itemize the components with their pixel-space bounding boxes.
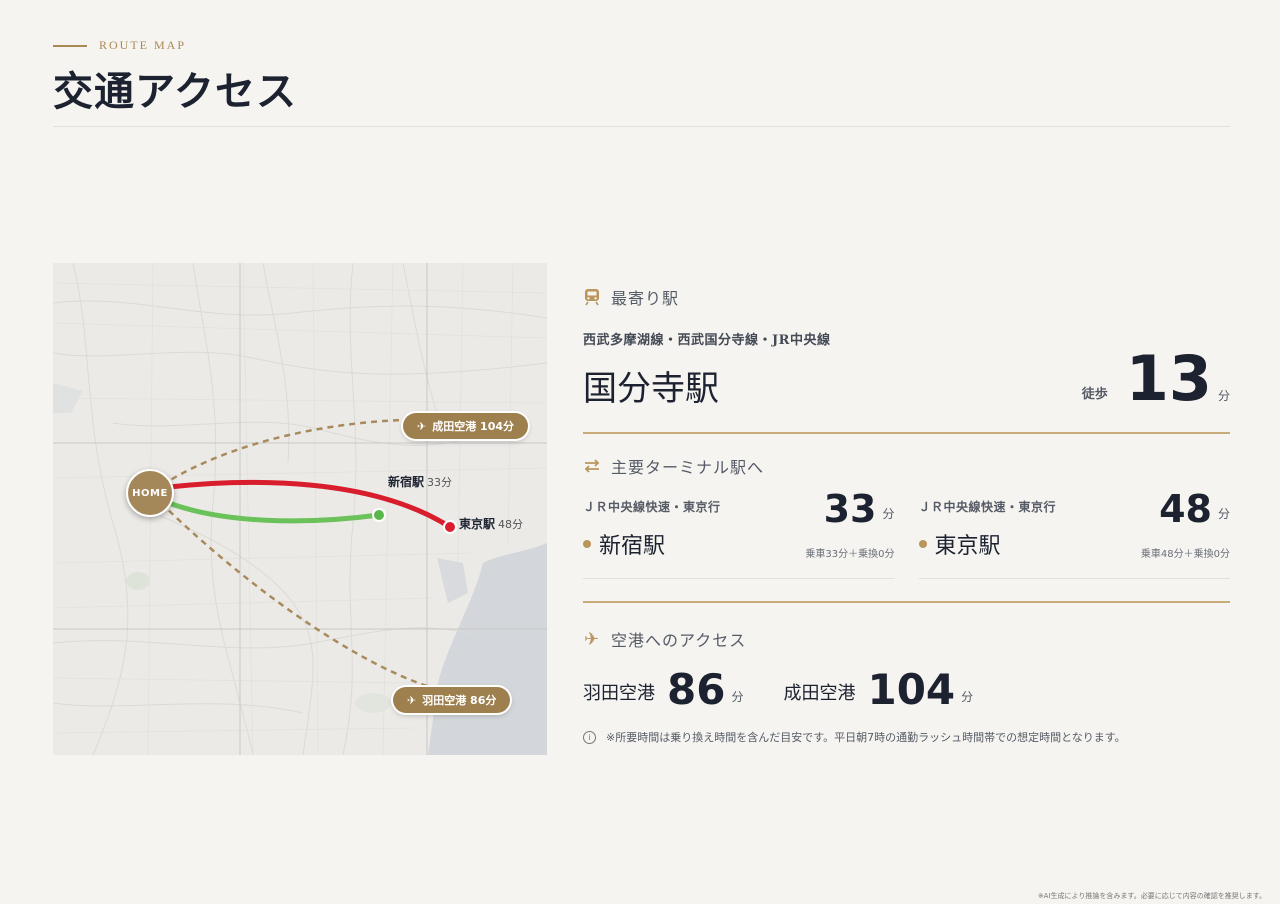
bullet-dot — [918, 540, 927, 548]
terminal-unit: 分 — [882, 507, 895, 521]
terminal-breakdown: 乗車33分＋乗換0分 — [805, 549, 895, 560]
tokyo-label-time: 48分 — [498, 518, 524, 531]
terminal-time: 48 分 — [1159, 490, 1230, 528]
airport-item-narita: 成田空港 104 分 — [783, 669, 973, 711]
access-info-panel: 最寄り駅 西武多摩湖線・西武国分寺線・JR中央線 国分寺駅 徒歩 13 分 主要… — [583, 285, 1230, 745]
airport-heading-text: 空港へのアクセス — [611, 631, 747, 650]
airplane-icon: ✈ — [407, 693, 417, 707]
airplane-icon: ✈ — [583, 628, 601, 650]
terminal-minutes: 33 — [823, 487, 877, 531]
airport-unit: 分 — [961, 690, 974, 704]
narita-airport-pill[interactable]: ✈ 成田空港 104分 — [403, 413, 529, 439]
eyebrow-divider — [53, 44, 87, 47]
airport-minutes: 104 — [867, 665, 956, 714]
airport-unit: 分 — [731, 690, 744, 704]
walk-minutes: 13 — [1125, 342, 1212, 415]
eyebrow: ROUTE MAP — [53, 38, 1230, 53]
time-note: i ※所要時間は乗り換え時間を含んだ目安です。平日朝7時の通勤ラッシュ時間帯での… — [583, 729, 1230, 745]
shinjuku-label-name: 新宿駅 — [388, 475, 425, 489]
terminal-list: ＪＲ中央線快速・東京行 新宿駅 33 分 乗車33分＋乗換0分 ＪＲ中央線快速・… — [583, 490, 1230, 579]
airplane-icon: ✈ — [417, 419, 427, 433]
terminal-station-name: 東京駅 — [934, 534, 1001, 559]
airport-name: 成田空港 — [783, 683, 856, 704]
walk-unit: 分 — [1217, 389, 1230, 403]
terminal-card-tokyo: ＪＲ中央線快速・東京行 東京駅 48 分 乗車48分＋乗換0分 — [918, 490, 1230, 579]
time-note-text: ※所要時間は乗り換え時間を含んだ目安です。平日朝7時の通勤ラッシュ時間帯での想定… — [606, 731, 1126, 744]
terminal-station-name: 新宿駅 — [599, 534, 666, 559]
page-header: ROUTE MAP 交通アクセス — [53, 38, 1230, 127]
terminals-heading-text: 主要ターミナル駅へ — [611, 458, 765, 477]
nearest-station-heading: 最寄り駅 — [583, 285, 1230, 309]
terminal-breakdown: 乗車48分＋乗換0分 — [1140, 549, 1230, 560]
tokyo-label-name: 東京駅 — [459, 517, 496, 531]
airport-name: 羽田空港 — [583, 683, 655, 704]
terminals-heading: 主要ターミナル駅へ — [583, 454, 1230, 478]
airport-list: 羽田空港 86 分 成田空港 104 分 — [583, 669, 1230, 711]
narita-pill-label: 成田空港 104分 — [432, 420, 515, 433]
nearest-station-heading-text: 最寄り駅 — [611, 289, 680, 308]
terminal-card-shinjuku: ＪＲ中央線快速・東京行 新宿駅 33 分 乗車33分＋乗換0分 — [583, 490, 895, 579]
home-marker[interactable]: HOME — [126, 469, 174, 517]
section-divider — [583, 601, 1230, 603]
airport-item-haneda: 羽田空港 86 分 — [583, 669, 743, 711]
transfer-arrows-icon — [583, 457, 601, 475]
train-icon — [583, 288, 601, 306]
walk-label: 徒歩 — [1081, 387, 1108, 402]
route-map[interactable]: HOME 新宿駅 33分 東京駅 48分 ✈ 成田空港 104分 ✈ 羽田空港 86… — [53, 263, 547, 755]
page-title: 交通アクセス — [53, 68, 297, 115]
map-base — [53, 263, 547, 755]
info-icon: i — [583, 730, 596, 744]
eyebrow-label: ROUTE MAP — [99, 38, 187, 52]
tokyo-map-label: 東京駅 48分 — [459, 515, 523, 532]
terminal-station: 東京駅 — [918, 528, 1001, 560]
nearest-station-row: 国分寺駅 徒歩 13 分 — [583, 348, 1230, 410]
shinjuku-label-time: 33分 — [427, 476, 453, 489]
terminal-unit: 分 — [1217, 507, 1230, 521]
haneda-pill-label: 羽田空港 86分 — [422, 694, 497, 707]
airport-minutes: 86 — [667, 665, 726, 714]
haneda-airport-pill[interactable]: ✈ 羽田空港 86分 — [393, 687, 511, 713]
terminal-station: 新宿駅 — [583, 528, 665, 560]
walk-time: 徒歩 13 分 — [1082, 348, 1230, 410]
nearest-station-name: 国分寺駅 — [583, 369, 719, 409]
terminal-time: 33 分 — [824, 490, 895, 528]
terminal-minutes: 48 — [1159, 487, 1212, 531]
airport-heading: ✈ 空港へのアクセス — [583, 627, 1230, 651]
shinjuku-map-label: 新宿駅 33分 — [388, 473, 452, 490]
ai-disclaimer: ※AI生成により推論を含みます。必要に応じて内容の確認を推奨します。 — [1037, 892, 1266, 900]
section-divider — [583, 432, 1230, 434]
bullet-dot — [583, 540, 591, 548]
